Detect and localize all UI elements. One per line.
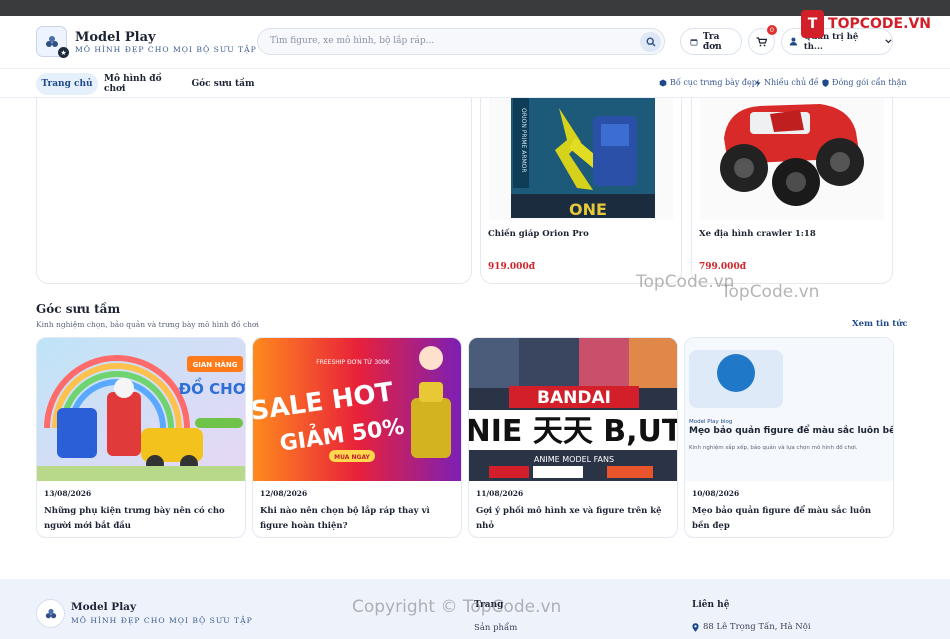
blog-card[interactable]: GIAN HÀNG ĐỒ CHƠI 13/08/2026 Những phụ k… [36,337,246,538]
track-order-button[interactable]: Tra đơn [680,28,742,55]
location-pin-icon [692,622,699,632]
product-name[interactable]: Chiến giáp Orion Pro [488,229,589,239]
view-news-link[interactable]: Xem tin tức [852,319,908,329]
svg-text:GIAN HÀNG: GIAN HÀNG [193,360,238,369]
brand-tagline: MÔ HÌNH ĐẸP CHO MỌI BỘ SƯU TẬP [75,45,257,54]
cube-icon [659,79,667,86]
feature-packing: Đóng gói cẩn thận [822,78,907,87]
blog-date: 13/08/2026 [44,489,92,498]
svg-text:NIE 天天 B,UT: NIE 天天 B,UT [469,414,678,449]
footer-brand: Model Play [71,601,137,613]
watermark-text: TopCode.vn [721,282,820,302]
search-bar[interactable]: Tìm figure, xe mô hình, bộ lắp ráp... [257,28,665,55]
nav-item-collector[interactable]: Góc sưu tầm [190,73,256,95]
blog-date: 10/08/2026 [692,489,740,498]
blog-title[interactable]: Những phụ kiện trưng bày nên có cho ngườ… [44,504,240,534]
svg-text:ANIME MODEL FANS: ANIME MODEL FANS [534,455,614,464]
footer-col-title: Trang [474,600,504,610]
footer-tagline: MÔ HÌNH ĐẸP CHO MỌI BỘ SƯU TẬP [71,616,253,625]
calendar-icon [690,38,698,45]
blog-card[interactable]: FREESHIP ĐƠN TỪ 300K SALE HOT GIẢM 50% M… [252,337,462,538]
star-icon: ★ [58,47,69,58]
blog-image[interactable]: Model Play blog Mẹo bảo quản figure để m… [685,338,893,481]
site-footer: Model Play MÔ HÌNH ĐẸP CHO MỌI BỘ SƯU TẬ… [0,579,950,639]
svg-text:BANDAI: BANDAI [537,388,611,408]
shapes-icon [45,35,58,47]
blog-title[interactable]: Khi nào nên chọn bộ lắp ráp thay vì figu… [260,504,456,534]
chevron-down-icon [885,39,892,44]
svg-text:ORION PRIME ARMOR: ORION PRIME ARMOR [520,108,527,173]
svg-text:MUA NGAY: MUA NGAY [334,454,370,461]
product-image[interactable]: ORION PRIME ARMOR ONE [489,98,673,220]
footer-logo[interactable] [36,599,65,628]
blog-image[interactable]: BANDAI NIE 天天 B,UT ANIME MODEL FANS [469,338,678,481]
shapes-icon [45,608,56,618]
svg-text:ONE: ONE [569,200,607,219]
product-image[interactable] [700,98,884,220]
product-card[interactable]: Xe địa hình crawler 1:18 799.000đ [691,98,893,284]
feature-themes: Nhiều chủ đề [755,78,819,87]
section-title: Góc sưu tầm [36,302,121,316]
product-card[interactable]: ORION PRIME ARMOR ONE Chiến giáp Orion P… [480,98,682,284]
blog-image[interactable]: FREESHIP ĐƠN TỪ 300K SALE HOT GIẢM 50% M… [253,338,461,481]
feature-display: Bố cục trưng bày đẹp [659,78,757,87]
blog-image[interactable]: GIAN HÀNG ĐỒ CHƠI [37,338,246,481]
blog-date: 11/08/2026 [476,489,524,498]
hero-card [36,98,472,284]
cart-icon [756,36,767,46]
product-price: 919.000đ [488,262,535,272]
section-subtitle: Kinh nghiệm chọn, bảo quản và trưng bày … [36,320,259,329]
watermark-logo: T TOPCODE.VN [801,9,931,39]
blog-card[interactable]: Model Play blog Mẹo bảo quản figure để m… [684,337,894,538]
figure-icon [717,354,755,392]
product-price: 799.000đ [699,262,746,272]
search-input[interactable]: Tìm figure, xe mô hình, bộ lắp ráp... [270,36,434,46]
footer-link-products[interactable]: Sản phẩm [474,623,517,633]
svg-text:ĐỒ CHƠI: ĐỒ CHƠI [179,376,246,398]
nav-item-toys[interactable]: Mô hình đồ chơi [104,73,182,95]
blog-title[interactable]: Gợi ý phối mô hình xe và figure trên kệ … [476,504,672,534]
search-icon [645,37,655,47]
footer-address: 88 Lê Trọng Tấn, Hà Nội [692,622,811,632]
product-name[interactable]: Xe địa hình crawler 1:18 [699,229,816,239]
bolt-icon [755,78,761,87]
user-icon [789,37,798,46]
nav-item-home[interactable]: Trang chủ [36,73,98,95]
shield-icon [822,78,829,87]
blog-date: 12/08/2026 [260,489,308,498]
cart-count-badge: 0 [767,25,777,35]
svg-text:FREESHIP ĐƠN TỪ 300K: FREESHIP ĐƠN TỪ 300K [316,359,391,366]
search-button[interactable] [640,32,661,52]
blog-card[interactable]: BANDAI NIE 天天 B,UT ANIME MODEL FANS 11/0… [468,337,678,538]
main-nav: Trang chủ Mô hình đồ chơi Góc sưu tầm Bố… [0,68,950,98]
track-order-label: Tra đơn [702,31,722,52]
blog-title[interactable]: Mẹo bảo quản figure để màu sắc luôn bền … [692,504,888,534]
logo[interactable]: ★ [36,26,69,58]
brand-name[interactable]: Model Play [75,30,156,45]
footer-contact-title: Liên hệ [692,600,730,610]
